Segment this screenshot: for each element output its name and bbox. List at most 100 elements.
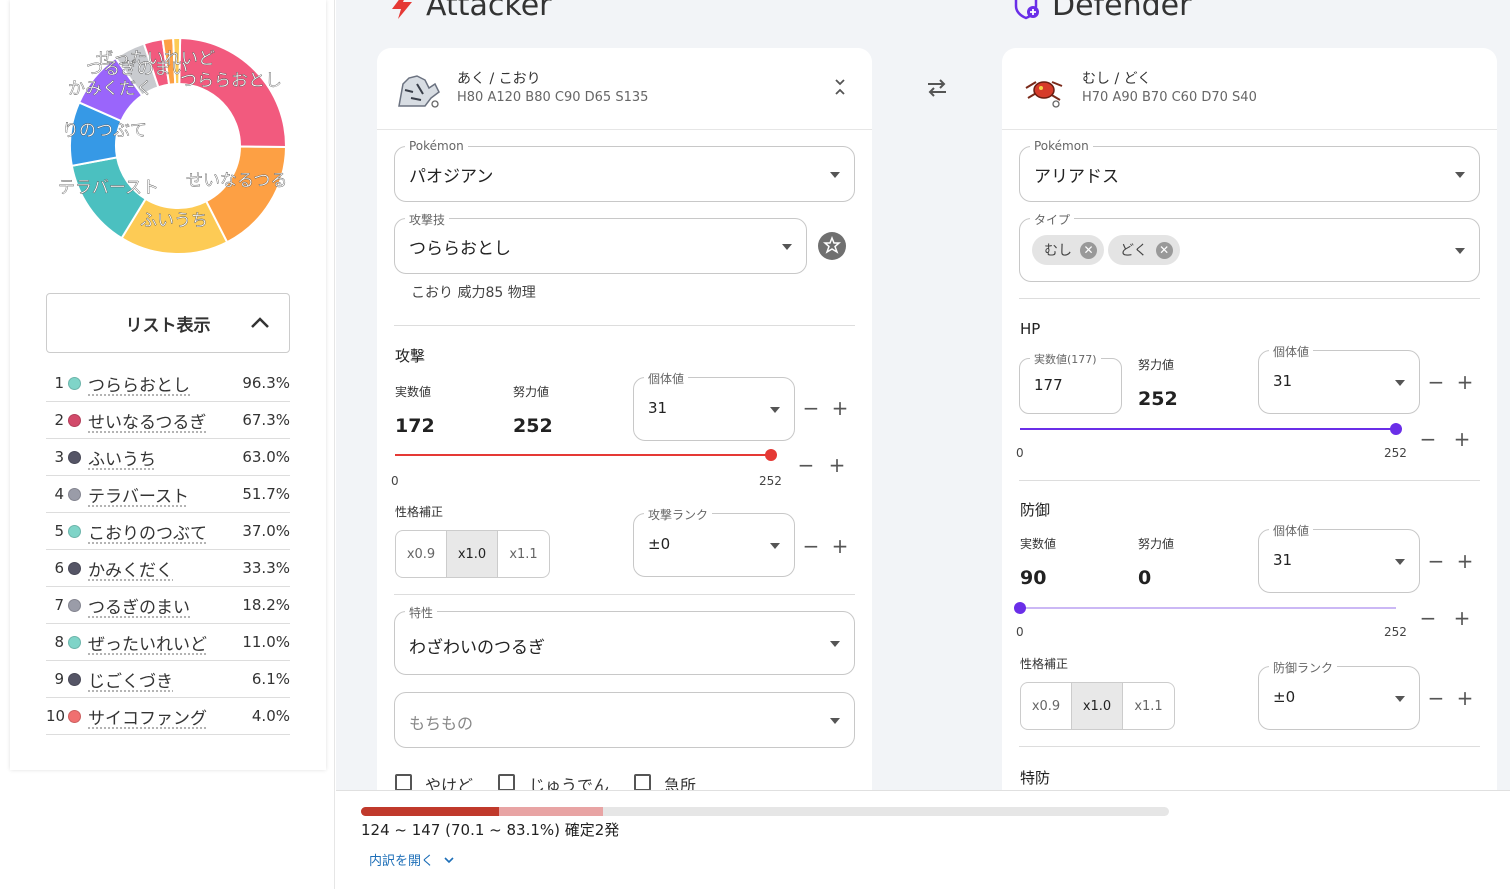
list-move-name: ふいうち	[88, 449, 156, 470]
list-move-pct: 37.0%	[242, 522, 290, 540]
attack-ev-slider-fill	[395, 454, 771, 456]
defense-iv-select[interactable]: 個体値 31	[1258, 522, 1420, 593]
nature-option-up[interactable]: x1.1	[1123, 683, 1174, 729]
plus-icon[interactable]: +	[1455, 688, 1475, 708]
list-item[interactable]: 3 ふいうち 63.0%	[46, 439, 290, 476]
swap-arrows-icon[interactable]	[926, 79, 948, 97]
minus-icon[interactable]: −	[1418, 608, 1438, 628]
attacker-move-select[interactable]: 攻撃技 つららおとし	[394, 211, 807, 274]
hp-ev-slider-thumb[interactable]	[1390, 423, 1402, 435]
defender-type-select[interactable]: タイプ むし ✕ どく ✕	[1019, 211, 1480, 282]
list-move-name: サイコファング	[88, 708, 207, 729]
move-type-dot	[68, 450, 81, 464]
attacker-summary: あく / こおり H80 A120 B80 C90 D65 S135	[377, 48, 872, 130]
defense-ev-slider[interactable]	[1020, 607, 1396, 609]
list-rank: 8	[54, 633, 64, 651]
move-type-dot	[68, 413, 81, 427]
type-chip-poison[interactable]: どく ✕	[1108, 235, 1180, 265]
defense-nature-toggle[interactable]: x0.9 x1.0 x1.1	[1020, 682, 1175, 730]
attack-iv-select[interactable]: 個体値 31	[633, 370, 795, 441]
attack-rank-select[interactable]: 攻撃ランク ±0	[633, 506, 795, 577]
plus-icon[interactable]: +	[1455, 551, 1475, 571]
list-item[interactable]: 7 つるぎのまい 18.2%	[46, 587, 290, 624]
list-item[interactable]: 4 テラバースト 51.7%	[46, 476, 290, 513]
field-value: ±0	[648, 535, 671, 553]
move-type-dot	[68, 709, 81, 723]
field-value: アリアドス	[1034, 167, 1119, 187]
plus-icon[interactable]: +	[1452, 608, 1472, 628]
defense-ev-slider-thumb[interactable]	[1014, 602, 1026, 614]
minus-icon[interactable]: −	[1426, 551, 1446, 571]
chevron-down-icon	[830, 718, 840, 724]
list-move-pct: 11.0%	[242, 633, 290, 651]
defense-ev-value[interactable]: 0	[1138, 567, 1151, 589]
nature-option-down[interactable]: x0.9	[396, 531, 447, 577]
defense-actual-value[interactable]: 90	[1020, 567, 1046, 589]
defense-rank-select[interactable]: 防御ランク ±0	[1258, 659, 1420, 730]
list-item[interactable]: 8 ぜったいれいど 11.0%	[46, 624, 290, 661]
panel-divider	[334, 0, 335, 889]
field-value: 31	[648, 399, 668, 417]
field-value: わざわいのつるぎ	[409, 638, 545, 658]
defender-pokemon-select[interactable]: Pokémon アリアドス	[1019, 139, 1480, 202]
list-rank: 3	[54, 448, 64, 466]
plus-icon[interactable]: +	[827, 455, 847, 475]
nature-option-neutral[interactable]: x1.0	[447, 531, 498, 577]
list-move-name: じごくづき	[88, 671, 173, 692]
collapse-icon[interactable]	[834, 78, 846, 96]
hp-ev-value[interactable]: 252	[1138, 388, 1178, 410]
list-toggle-button[interactable]: リスト表示	[46, 293, 290, 353]
list-item[interactable]: 1 つららおとし 96.3%	[46, 365, 290, 402]
minus-icon[interactable]: −	[1426, 688, 1446, 708]
chevron-up-icon	[251, 317, 269, 328]
list-item[interactable]: 10 サイコファング 4.0%	[46, 698, 290, 735]
minus-icon[interactable]: −	[1426, 372, 1446, 392]
list-move-pct: 33.3%	[242, 559, 290, 577]
burn-checkbox[interactable]	[395, 774, 412, 791]
remove-chip-icon[interactable]: ✕	[1155, 241, 1173, 259]
item-select[interactable]: もちもの	[394, 692, 855, 748]
list-move-pct: 67.3%	[242, 411, 290, 429]
ev-label: 努力値	[1138, 537, 1175, 551]
nature-option-neutral[interactable]: x1.0	[1072, 683, 1123, 729]
remove-chip-icon[interactable]: ✕	[1080, 241, 1097, 259]
breakdown-toggle[interactable]: 内訳を開く	[369, 850, 454, 869]
attack-actual-value[interactable]: 172	[395, 415, 435, 437]
list-item[interactable]: 6 かみくだく 33.3%	[46, 550, 290, 587]
plus-icon[interactable]: +	[1452, 429, 1472, 449]
plus-icon[interactable]: +	[1455, 372, 1475, 392]
minus-icon[interactable]: −	[796, 455, 816, 475]
type-chip-bug[interactable]: むし ✕	[1032, 235, 1104, 265]
nature-option-down[interactable]: x0.9	[1021, 683, 1072, 729]
damage-result-text: 124 ~ 147 (70.1 ~ 83.1%) 確定2発	[361, 821, 620, 839]
attack-ev-slider-thumb[interactable]	[765, 449, 777, 461]
plus-icon[interactable]: +	[830, 536, 850, 556]
charge-checkbox[interactable]	[498, 774, 515, 791]
attacker-pokemon-select[interactable]: Pokémon パオジアン	[394, 139, 855, 202]
list-move-pct: 4.0%	[251, 707, 290, 725]
defense-heading: 防御	[1020, 501, 1051, 519]
chevron-down-icon	[830, 172, 840, 178]
move-info: こおり 威力85 物理	[411, 285, 536, 301]
list-item[interactable]: 5 こおりのつぶて 37.0%	[46, 513, 290, 550]
list-item[interactable]: 9 じごくづき 6.1%	[46, 661, 290, 698]
minus-icon[interactable]: −	[801, 536, 821, 556]
minus-icon[interactable]: −	[801, 398, 821, 418]
list-item[interactable]: 2 せいなるつるぎ 67.3%	[46, 402, 290, 439]
list-rank: 5	[54, 522, 64, 540]
chevron-down-icon	[1455, 248, 1465, 254]
attack-ev-value[interactable]: 252	[513, 415, 553, 437]
move-type-dot	[68, 524, 81, 538]
list-rank: 2	[54, 411, 64, 429]
attack-nature-toggle[interactable]: x0.9 x1.0 x1.1	[395, 530, 550, 578]
minus-icon[interactable]: −	[1418, 429, 1438, 449]
chevron-down-icon	[444, 856, 454, 863]
critical-checkbox[interactable]	[634, 774, 651, 791]
nature-option-up[interactable]: x1.1	[498, 531, 549, 577]
plus-icon[interactable]: +	[830, 398, 850, 418]
field-value: 31	[1273, 551, 1293, 569]
settings-icon[interactable]	[817, 231, 847, 261]
hp-actual-input[interactable]: 実数値(177) 177	[1019, 351, 1122, 414]
ability-select[interactable]: 特性 わざわいのつるぎ	[394, 604, 855, 675]
hp-iv-select[interactable]: 個体値 31	[1258, 343, 1420, 414]
